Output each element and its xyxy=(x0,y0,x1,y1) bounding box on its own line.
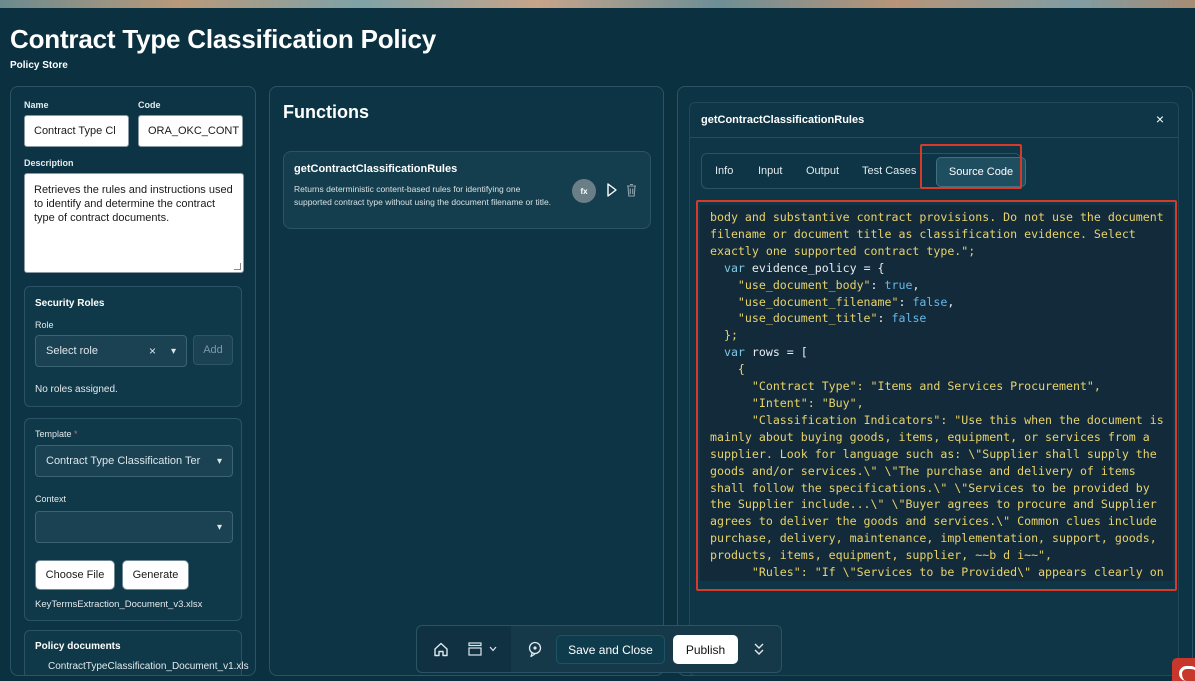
highlight-code-area xyxy=(696,200,1177,591)
name-field[interactable]: Contract Type Cl xyxy=(24,115,129,147)
assistant-icon[interactable] xyxy=(527,641,543,658)
policy-document-file[interactable]: ContractTypeClassification_Document_v1.x… xyxy=(48,661,249,672)
add-role-button[interactable]: Add xyxy=(193,335,233,365)
tab-test-cases[interactable]: Test Cases xyxy=(862,165,916,177)
resize-grip-icon[interactable] xyxy=(234,263,241,270)
page-title: Contract Type Classification Policy xyxy=(10,24,436,54)
function-description: Returns deterministic content-based rule… xyxy=(294,184,552,207)
function-name: getContractClassificationRules xyxy=(294,163,458,175)
page-subtitle: Policy Store xyxy=(10,60,68,71)
header-banner-strip xyxy=(0,0,1195,8)
trash-icon[interactable] xyxy=(626,183,637,197)
tab-input[interactable]: Input xyxy=(758,165,782,177)
layers-icon[interactable] xyxy=(467,641,483,657)
functions-title: Functions xyxy=(283,102,369,122)
chevron-down-icon: ▾ xyxy=(170,345,176,357)
policy-documents-title: Policy documents xyxy=(35,641,121,652)
template-label: Template * xyxy=(35,429,78,439)
clear-icon[interactable]: × xyxy=(149,344,156,358)
security-roles-card: Security Roles Role Select role × ▾ Add … xyxy=(24,286,242,407)
required-mark: * xyxy=(74,429,78,439)
context-label: Context xyxy=(35,494,67,504)
context-select[interactable]: ▾ xyxy=(35,511,233,543)
oracle-logo xyxy=(1172,658,1195,681)
play-icon[interactable] xyxy=(607,183,617,197)
code-field[interactable]: ORA_OKC_CONT xyxy=(138,115,243,147)
template-select-value: Contract Type Classification Ter xyxy=(46,455,201,467)
divider xyxy=(690,137,1178,138)
chevron-down-icon: ▾ xyxy=(216,521,222,533)
bottom-toolbar: Save and Close Publish xyxy=(416,625,782,673)
role-select[interactable]: Select role × ▾ xyxy=(35,335,187,367)
function-card[interactable]: getContractClassificationRules Returns d… xyxy=(283,151,651,229)
close-icon[interactable]: × xyxy=(1156,111,1164,127)
template-select[interactable]: Contract Type Classification Ter ▾ xyxy=(35,445,233,477)
description-field[interactable]: Retrieves the rules and instructions use… xyxy=(24,173,244,273)
template-file-name: KeyTermsExtraction_Document_v3.xlsx xyxy=(35,599,203,610)
code-label: Code xyxy=(138,100,161,110)
functions-panel: Functions getContractClassificationRules… xyxy=(269,86,664,676)
policy-documents-card: Policy documents ContractTypeClassificat… xyxy=(24,630,249,675)
policy-details-panel: Name Contract Type Cl Code ORA_OKC_CONT … xyxy=(10,86,256,676)
name-label: Name xyxy=(24,100,49,110)
description-label: Description xyxy=(24,158,74,168)
fx-button[interactable]: fx xyxy=(572,179,596,203)
role-label: Role xyxy=(35,320,54,330)
description-text: Retrieves the rules and instructions use… xyxy=(34,184,233,224)
chevron-down-icon: ▾ xyxy=(216,455,222,467)
dialog-title: getContractClassificationRules xyxy=(701,114,865,126)
role-select-placeholder: Select role xyxy=(46,345,98,357)
security-roles-title: Security Roles xyxy=(35,298,105,309)
publish-button[interactable]: Publish xyxy=(673,635,738,664)
home-icon[interactable] xyxy=(433,642,449,657)
double-chevron-icon[interactable] xyxy=(753,642,765,656)
template-card: Template * Contract Type Classification … xyxy=(24,418,242,621)
no-roles-text: No roles assigned. xyxy=(35,384,118,395)
choose-file-button[interactable]: Choose File xyxy=(35,560,115,590)
generate-button[interactable]: Generate xyxy=(122,560,189,590)
tab-info[interactable]: Info xyxy=(715,165,733,177)
chevron-down-icon[interactable] xyxy=(489,646,497,652)
save-and-close-button[interactable]: Save and Close xyxy=(556,635,665,664)
highlight-source-code-tab xyxy=(920,144,1022,189)
tab-output[interactable]: Output xyxy=(806,165,839,177)
